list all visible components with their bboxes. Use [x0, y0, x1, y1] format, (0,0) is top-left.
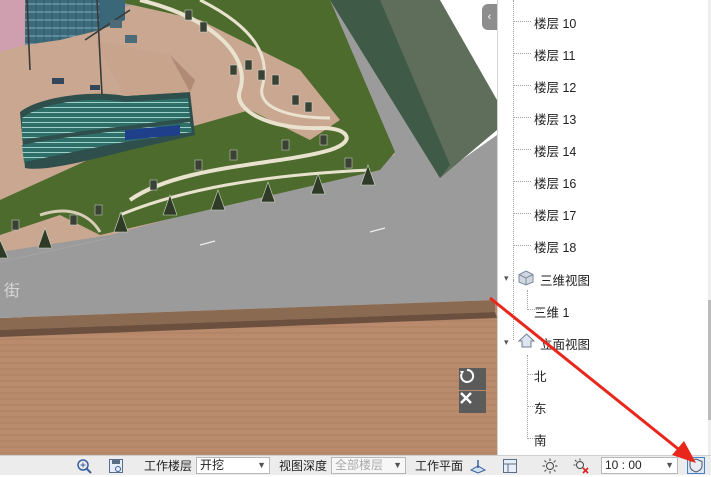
close-icon[interactable]	[459, 391, 486, 413]
tree-item-floor[interactable]: 楼层 17	[534, 205, 576, 224]
expand-caret-icon[interactable]: ▾	[504, 337, 509, 348]
work-plane-label: 工作平面	[415, 459, 464, 473]
tree-item-floor[interactable]: 楼层 14	[534, 141, 576, 160]
house-icon	[517, 333, 536, 352]
chevron-down-icon: ▼	[393, 460, 402, 470]
view-depth-value: 全部楼层	[335, 458, 384, 472]
save-view-icon[interactable]	[108, 458, 124, 474]
road-marking-text: 街	[4, 282, 20, 300]
work-floor-select[interactable]: 开挖 ▼	[196, 457, 270, 474]
tree-item-floor[interactable]: 楼层 16	[534, 173, 576, 192]
collapse-panel-icon[interactable]: ‹	[482, 4, 497, 30]
shadow-off-icon[interactable]	[573, 458, 589, 474]
chevron-down-icon: ▼	[257, 460, 266, 470]
tree-item-east[interactable]: 东	[534, 398, 547, 417]
tree-item-north[interactable]: 北	[534, 366, 547, 385]
time-value: 10 : 00	[605, 458, 642, 472]
site-model-render: 街	[0, 0, 497, 455]
tree-item-floor[interactable]: 楼层 18	[534, 237, 576, 256]
tree-item-south[interactable]: 南	[534, 430, 547, 449]
work-plane-icon[interactable]	[469, 458, 487, 474]
tree-item-floor[interactable]: 楼层 13	[534, 109, 576, 128]
tree-item-floor[interactable]: 楼层 10	[534, 13, 576, 32]
cube-icon	[518, 270, 534, 289]
3d-viewport[interactable]: 街 ‹	[0, 0, 497, 455]
tree-group-elevation-views[interactable]: 立面视图	[540, 334, 590, 353]
project-tree-panel: 楼层 10 楼层 11 楼层 12 楼层 13 楼层 14 楼层 16 楼层 17 楼层 18…	[497, 0, 711, 455]
status-bar: 工作楼层 开挖 ▼ 视图深度 全部楼层 ▼ 工作平面 10 : 00 ▼	[0, 455, 711, 475]
tree-group-3d-views[interactable]: 三维视图	[540, 270, 590, 289]
rotate-view-icon[interactable]	[459, 368, 486, 390]
work-floor-value: 开挖	[200, 458, 225, 472]
tree-item-floor[interactable]: 楼层 11	[534, 45, 575, 64]
zoom-in-icon[interactable]	[76, 458, 92, 474]
work-floor-label: 工作楼层	[144, 459, 193, 473]
layout-icon[interactable]	[502, 458, 518, 474]
view-depth-select[interactable]: 全部楼层 ▼	[331, 457, 406, 474]
chevron-down-icon: ▼	[665, 460, 674, 470]
time-select[interactable]: 10 : 00 ▼	[601, 457, 678, 474]
tree-item-3d-1[interactable]: 三维 1	[534, 302, 569, 321]
expand-caret-icon[interactable]: ▾	[504, 273, 509, 284]
sun-icon[interactable]	[542, 458, 558, 474]
view-depth-label: 视图深度	[279, 459, 328, 473]
shield-icon[interactable]	[687, 457, 705, 474]
tree-item-floor[interactable]: 楼层 12	[534, 77, 576, 96]
